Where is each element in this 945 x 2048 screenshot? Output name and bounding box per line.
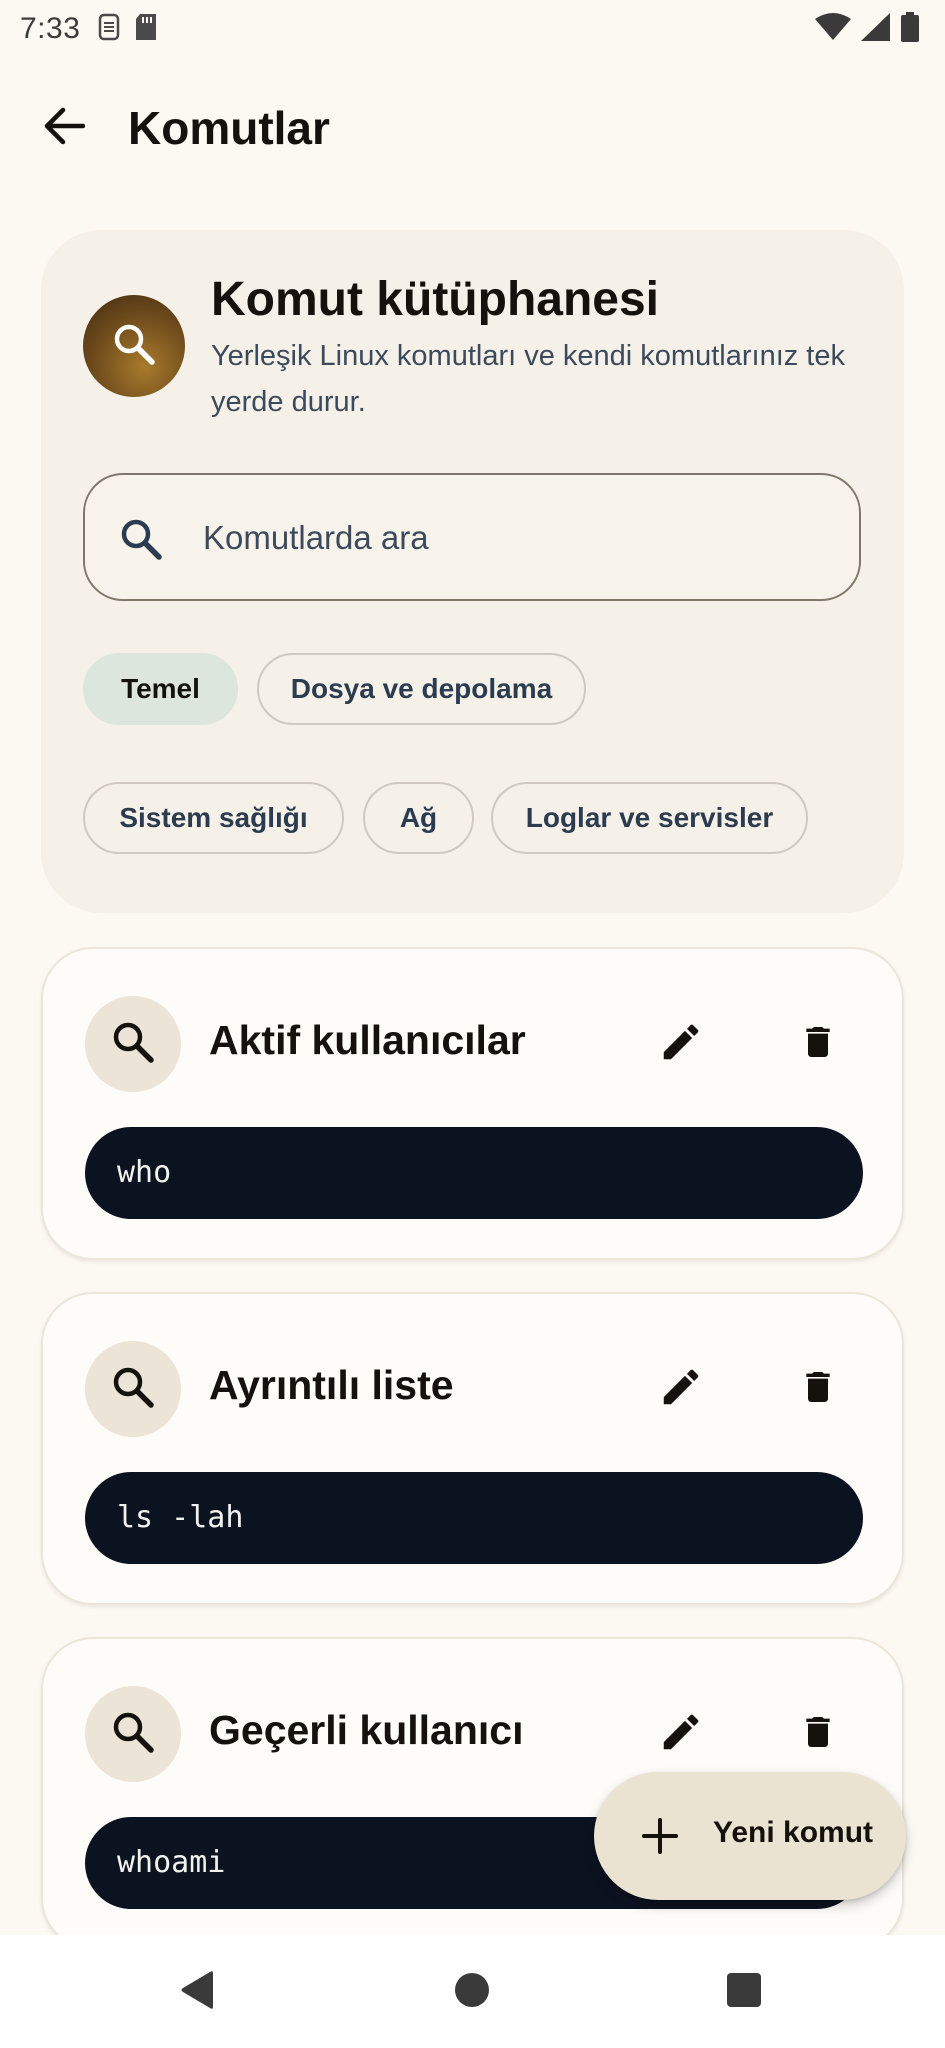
command-avatar (85, 996, 181, 1092)
wifi-icon (815, 13, 851, 46)
search-icon (112, 322, 156, 371)
nav-home-button[interactable] (447, 1967, 497, 2017)
edit-button[interactable] (646, 1699, 716, 1769)
delete-button[interactable] (783, 1009, 853, 1079)
new-command-label: Yeni komut (713, 1816, 874, 1849)
command-title: Aktif kullanıcılar (209, 1017, 526, 1063)
edit-button[interactable] (646, 1354, 716, 1424)
command-code: who (85, 1127, 863, 1219)
home-circle-icon (453, 1971, 491, 2014)
status-time: 7:33 (20, 12, 81, 45)
filter-chip-sistem-sagligi[interactable]: Sistem sağlığı (83, 782, 344, 854)
filter-chip-dosya-ve-depolama[interactable]: Dosya ve depolama (257, 653, 586, 725)
app-bar: Komutlar (0, 80, 945, 176)
plus-icon (636, 1812, 684, 1860)
search-field[interactable] (83, 473, 861, 601)
sd-card-icon (134, 13, 158, 46)
search-icon (111, 1365, 155, 1414)
nav-back-button[interactable] (172, 1967, 222, 2017)
pencil-icon (658, 1364, 704, 1415)
library-title: Komut kütüphanesi (211, 273, 660, 326)
command-avatar (85, 1341, 181, 1437)
status-bar: 7:33 (0, 0, 945, 58)
delete-button[interactable] (783, 1699, 853, 1769)
library-header-card: Komut kütüphanesi Yerleşik Linux komutla… (41, 230, 904, 913)
status-right-icons (815, 12, 919, 47)
page-title: Komutlar (128, 102, 330, 154)
command-title: Ayrıntılı liste (209, 1362, 454, 1408)
new-command-button[interactable]: Yeni komut (594, 1772, 906, 1900)
filter-chip-temel[interactable]: Temel (83, 653, 238, 725)
recents-square-icon (725, 1971, 763, 2014)
command-card[interactable]: Aktif kullanıcılar who (41, 947, 904, 1260)
library-subtitle: Yerleşik Linux komutları ve kendi komutl… (211, 340, 845, 418)
sim-icon (98, 13, 120, 46)
command-avatar (85, 1686, 181, 1782)
search-icon (111, 1710, 155, 1759)
status-left-icons (98, 13, 158, 46)
system-nav-bar (0, 1935, 945, 2048)
filter-chip-loglar-ve-servisler[interactable]: Loglar ve servisler (491, 782, 808, 854)
trash-icon (798, 1364, 838, 1415)
command-card[interactable]: Ayrıntılı liste ls -lah (41, 1292, 904, 1605)
library-avatar (83, 295, 185, 397)
search-input[interactable] (203, 505, 823, 571)
trash-icon (798, 1709, 838, 1760)
back-button[interactable] (34, 98, 94, 158)
trash-icon (798, 1019, 838, 1070)
search-icon (115, 513, 167, 565)
back-triangle-icon (177, 1969, 217, 2016)
command-code: ls -lah (85, 1472, 863, 1564)
filter-chip-ag[interactable]: Ağ (363, 782, 474, 854)
battery-icon (901, 12, 919, 47)
signal-icon (861, 13, 891, 46)
pencil-icon (658, 1709, 704, 1760)
command-title: Geçerli kullanıcı (209, 1707, 524, 1753)
nav-recents-button[interactable] (719, 1967, 769, 2017)
edit-button[interactable] (646, 1009, 716, 1079)
delete-button[interactable] (783, 1354, 853, 1424)
arrow-left-icon (43, 106, 86, 151)
search-icon (111, 1020, 155, 1069)
pencil-icon (658, 1019, 704, 1070)
